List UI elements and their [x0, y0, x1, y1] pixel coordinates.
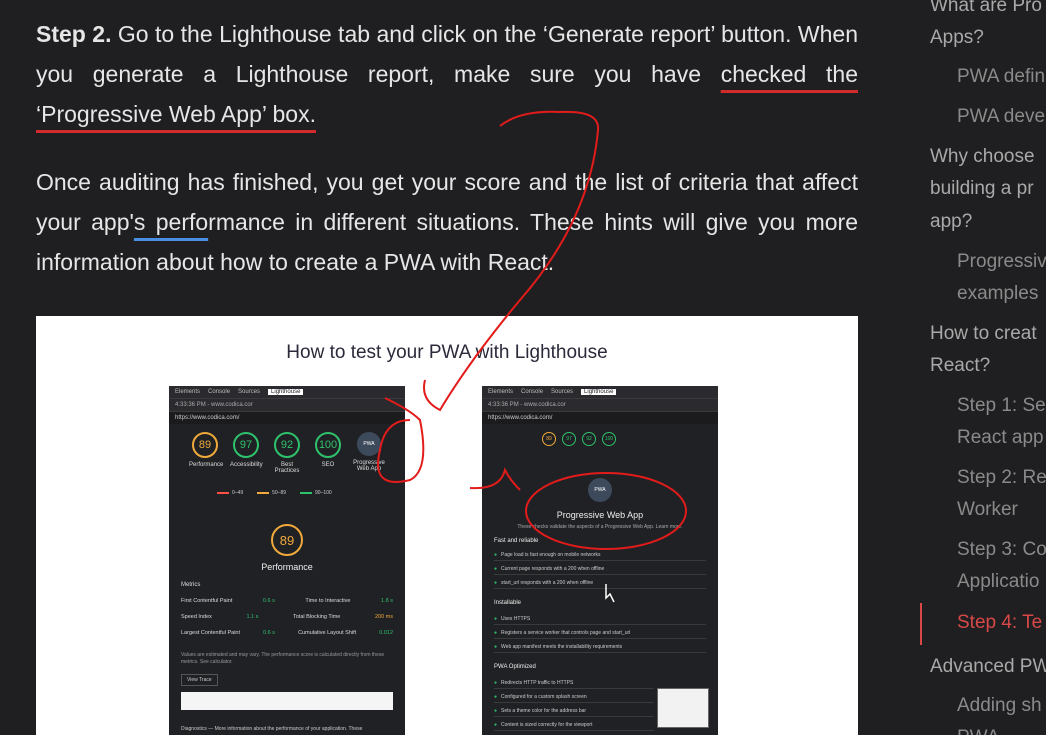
toc-item[interactable]: examples	[957, 278, 1038, 310]
pwa-report-screenshot: Elements Console Sources Lighthouse 4:33…	[482, 386, 718, 735]
toc-item[interactable]: building a pr	[930, 173, 1034, 205]
devtools-tab: Elements	[175, 389, 201, 395]
section-pwa-optimized: PWA Optimized	[494, 664, 536, 670]
audit-item: Configured for a custom splash screen	[494, 694, 654, 703]
legend-item: 50–89	[257, 490, 286, 496]
toc-item[interactable]: Applicatio	[957, 566, 1039, 598]
view-trace-button: View Trace	[181, 674, 218, 686]
toc-item[interactable]: Apps?	[930, 22, 984, 54]
legend-item: 0–49	[217, 490, 243, 496]
gauge-score: 100	[315, 432, 341, 458]
pwa-icon: PWA	[357, 432, 381, 456]
mini-gauge: 89	[542, 432, 556, 446]
toc-item-active[interactable]: Step 4: Te	[957, 607, 1042, 639]
step2-paragraph: Step 2. Go to the Lighthouse tab and cli…	[36, 14, 858, 134]
legend-item: 90–100	[300, 490, 332, 496]
toc-item[interactable]: Why choose	[930, 141, 1035, 173]
report-time: 4:33:36 PM - www.codica.cor	[169, 399, 405, 412]
gauge-label: Performance	[189, 462, 224, 468]
toc-item[interactable]: Progressiv	[957, 246, 1046, 278]
metric-row: First Contentful Paint 0.6 s Time to Inte…	[181, 598, 393, 604]
devtools-tabs: Elements Console Sources Lighthouse	[482, 386, 718, 399]
table-of-contents: What are Pro Apps? PWA defin PWA deve Why ch…	[920, 0, 1046, 735]
toc-item[interactable]: React?	[930, 350, 990, 382]
gauge-label: SEO	[321, 462, 335, 468]
audit-item: Registers a service worker that controls…	[494, 630, 706, 639]
pwa-description: These checks validate the aspects of a P…	[517, 524, 683, 530]
mini-score-gauges: 89 97 92 100	[542, 432, 616, 446]
report-time: 4:33:36 PM - www.codica.cor	[482, 399, 718, 412]
figure-title: How to test your PWA with Lighthouse	[286, 342, 608, 363]
section-fast-reliable: Fast and reliable	[494, 538, 539, 544]
mini-gauge: 97	[562, 432, 576, 446]
filmstrip-thumbnails	[181, 692, 393, 710]
site-url: https://www.codica.com/	[169, 412, 405, 424]
gauge-score: 89	[192, 432, 218, 458]
toc-item[interactable]: Worker	[957, 494, 1018, 526]
score-legend: 0–49 50–89 90–100	[217, 490, 332, 496]
audit-item: Page load is fast enough on mobile netwo…	[494, 552, 706, 561]
devtools-tabs: Elements Console Sources Lighthouse	[169, 386, 405, 399]
toc-item[interactable]: PWA	[957, 722, 1000, 735]
toc-item[interactable]: Advanced PW	[930, 651, 1046, 683]
audit-item: Current page responds with a 200 when of…	[494, 566, 706, 575]
site-url: https://www.codica.com/	[482, 412, 718, 424]
step2-heading: Step 2.	[36, 21, 112, 47]
mini-gauge: 100	[602, 432, 616, 446]
results-underlined-text[interactable]: s perfo	[134, 209, 208, 235]
toc-item[interactable]: What are Pro	[930, 0, 1042, 22]
devtools-tab: Sources	[238, 389, 261, 395]
metric-row: Speed Index 1.1 s Total Blocking Time 200 …	[181, 614, 393, 620]
score-gauges: 89 Performance 97 Accessibility 92 Best Pra…	[189, 432, 385, 474]
toc-item[interactable]: PWA defin	[957, 61, 1045, 93]
audit-item: Redirects HTTP traffic to HTTPS	[494, 680, 654, 689]
toc-item[interactable]: Adding sh	[957, 690, 1042, 722]
audit-item: Web app manifest meets the installabilit…	[494, 644, 706, 653]
lighthouse-report-screenshot: Elements Console Sources Lighthouse 4:33…	[169, 386, 405, 735]
inset-thumbnail	[657, 688, 709, 728]
metrics-title: Metrics	[181, 582, 201, 588]
gauge-label: Best Practices	[274, 462, 300, 474]
gauge-score: 97	[233, 432, 259, 458]
gauge-best-practices: 92 Best Practices	[271, 432, 303, 474]
pwa-icon: PWA	[588, 478, 612, 502]
toc-item[interactable]: Step 1: Set	[957, 390, 1046, 422]
toc-item[interactable]: React app	[957, 422, 1044, 454]
gauge-label: Accessibility	[230, 462, 263, 468]
devtools-tab: Console	[208, 389, 231, 395]
section-installable: Installable	[494, 600, 522, 606]
performance-score: 89	[271, 524, 303, 556]
gauge-label: Progressive Web App	[353, 460, 385, 472]
audit-item: Content is sized correctly for the viewp…	[494, 722, 654, 731]
toc-item[interactable]: PWA deve	[957, 101, 1045, 133]
audit-item: start_url responds with a 200 when offli…	[494, 580, 706, 589]
gauge-pwa: PWA Progressive Web App	[353, 432, 385, 474]
diagnostics-text: Diagnostics — More information about the…	[181, 726, 363, 732]
performance-label: Performance	[261, 562, 313, 572]
toc-active-indicator	[920, 603, 922, 645]
gauge-accessibility: 97 Accessibility	[230, 432, 263, 474]
toc-item[interactable]: app?	[930, 206, 972, 238]
pwa-title: Progressive Web App	[556, 510, 644, 520]
audit-item: Sets a theme color for the address bar	[494, 708, 654, 717]
toc-item[interactable]: Step 2: Re	[957, 462, 1046, 494]
mini-gauge: 92	[582, 432, 596, 446]
metric-row: Largest Contentful Paint 0.6 s Cumulative…	[181, 630, 393, 636]
toc-item[interactable]: Step 3: Co	[957, 534, 1046, 566]
toc-item[interactable]: How to creat	[930, 318, 1037, 350]
results-paragraph: Once auditing has finished, you get your…	[36, 162, 858, 282]
gauge-seo: 100 SEO	[312, 432, 344, 474]
audit-item: Uses HTTPS	[494, 616, 706, 625]
lighthouse-figure: How to test your PWA with Lighthouse Ele…	[36, 316, 858, 735]
metrics-disclaimer: Values are estimated and may vary. The p…	[181, 652, 385, 665]
devtools-tab-lighthouse: Lighthouse	[268, 389, 304, 395]
gauge-performance: 89 Performance	[189, 432, 224, 474]
gauge-score: 92	[274, 432, 300, 458]
